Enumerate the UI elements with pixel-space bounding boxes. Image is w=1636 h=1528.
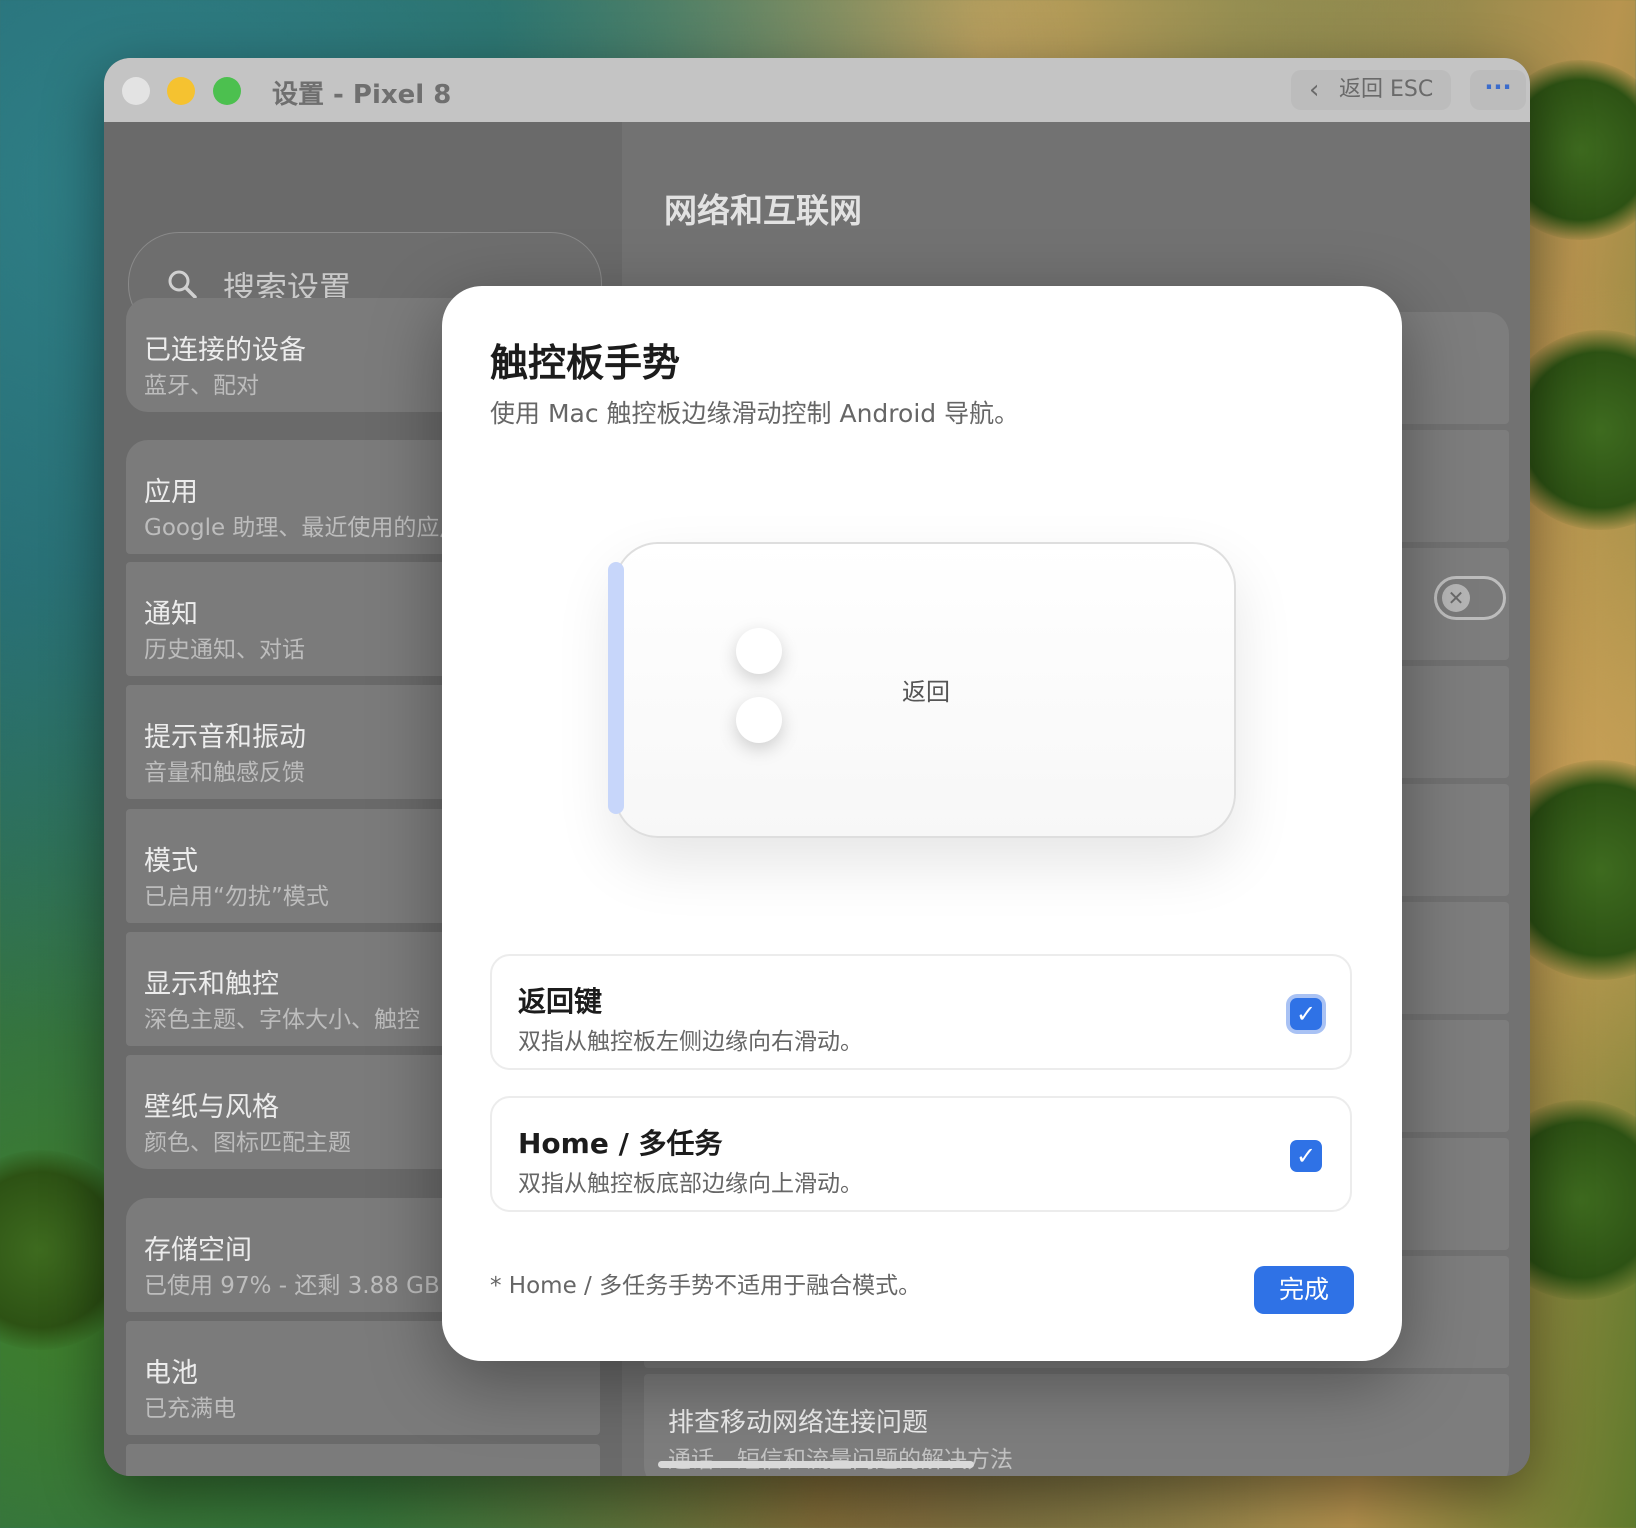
- main-card-title: 排查移动网络连接问题: [668, 1408, 929, 1438]
- done-button[interactable]: 完成: [1254, 1266, 1354, 1314]
- sidebar-item-title: 存储空间: [144, 1235, 252, 1266]
- sidebar-item-subtitle: 深色主题、字体大小、触控: [144, 1007, 420, 1033]
- option-home-multitask-gesture[interactable]: Home / 多任务 双指从触控板底部边缘向上滑动。 ✓: [490, 1096, 1352, 1212]
- sidebar-item-subtitle: 音量和触感反馈: [144, 760, 305, 786]
- trackpad-illustration: 返回: [608, 542, 1236, 838]
- sidebar-item-subtitle: 已充满电: [144, 1396, 236, 1422]
- option-back-gesture[interactable]: 返回键 双指从触控板左侧边缘向右滑动。 ✓: [490, 954, 1352, 1070]
- back-esc-button[interactable]: ‹ 返回 ESC: [1291, 70, 1451, 110]
- sidebar-item-title: 通知: [144, 599, 198, 630]
- chevron-left-icon: ‹: [1309, 75, 1320, 105]
- feature-toggle[interactable]: ✕: [1434, 576, 1506, 620]
- window-title: 设置 - Pixel 8: [272, 80, 452, 110]
- illustration-label: 返回: [902, 678, 950, 706]
- sidebar-item-title: 显示和触控: [144, 969, 279, 1000]
- sidebar-item-title: 已连接的设备: [144, 335, 306, 366]
- sidebar-item-subtitle: 历史通知、对话: [144, 637, 305, 663]
- dialog-footnote: * Home / 多任务手势不适用于融合模式。: [490, 1273, 922, 1299]
- home-gesture-checkbox[interactable]: ✓: [1290, 1140, 1322, 1172]
- x-icon: ✕: [1442, 584, 1470, 612]
- finger-dot: [736, 628, 782, 674]
- search-icon: [168, 270, 197, 299]
- sidebar-item-subtitle: 蓝牙、配对: [144, 373, 259, 399]
- settings-window: 设置 - Pixel 8 ‹ 返回 ESC ··· 搜索设置 已连接的设备 蓝牙…: [104, 58, 1530, 1476]
- sidebar-item-subtitle: 已使用 97% - 还剩 3.88 GB: [144, 1273, 440, 1299]
- sidebar-item-title: 壁纸与风格: [144, 1092, 279, 1123]
- back-gesture-checkbox[interactable]: ✓: [1290, 998, 1322, 1030]
- page-title: 网络和互联网: [664, 191, 862, 230]
- option-subtitle: 双指从触控板左侧边缘向右滑动。: [518, 1029, 863, 1055]
- sidebar-item-subtitle: 已启用“勿扰”模式: [144, 884, 329, 910]
- option-title: Home / 多任务: [518, 1127, 723, 1160]
- checkmark-icon: ✓: [1295, 1000, 1317, 1028]
- sidebar-item-subtitle: 颜色、图标匹配主题: [144, 1130, 351, 1156]
- option-title: 返回键: [518, 985, 603, 1018]
- sidebar-item-title: 电池: [144, 1358, 198, 1389]
- checkmark-icon: ✓: [1295, 1142, 1317, 1170]
- more-options-button[interactable]: ···: [1470, 70, 1526, 110]
- title-bar: 设置 - Pixel 8 ‹ 返回 ESC ···: [104, 58, 1530, 123]
- window-close-button[interactable]: [122, 77, 150, 105]
- dialog-title: 触控板手势: [490, 341, 681, 385]
- option-subtitle: 双指从触控板底部边缘向上滑动。: [518, 1171, 863, 1197]
- trackpad-gestures-dialog: 触控板手势 使用 Mac 触控板边缘滑动控制 Android 导航。 返回 返回…: [442, 286, 1402, 1361]
- sidebar-item-title: 模式: [144, 846, 198, 877]
- finger-dot: [736, 697, 782, 743]
- sidebar-item-title: 提示音和振动: [144, 722, 306, 753]
- sidebar-item-next[interactable]: [126, 1444, 600, 1476]
- window-minimize-button[interactable]: [167, 77, 195, 105]
- dialog-subtitle: 使用 Mac 触控板边缘滑动控制 Android 导航。: [490, 399, 1020, 428]
- sidebar-item-title: 应用: [144, 477, 198, 508]
- back-esc-label: 返回 ESC: [1339, 77, 1434, 102]
- scrollbar[interactable]: [658, 1461, 974, 1468]
- window-maximize-button[interactable]: [213, 77, 241, 105]
- main-card-subtitle: 通话、短信和流量问题的解决方法: [668, 1447, 1013, 1473]
- edge-highlight: [608, 562, 624, 814]
